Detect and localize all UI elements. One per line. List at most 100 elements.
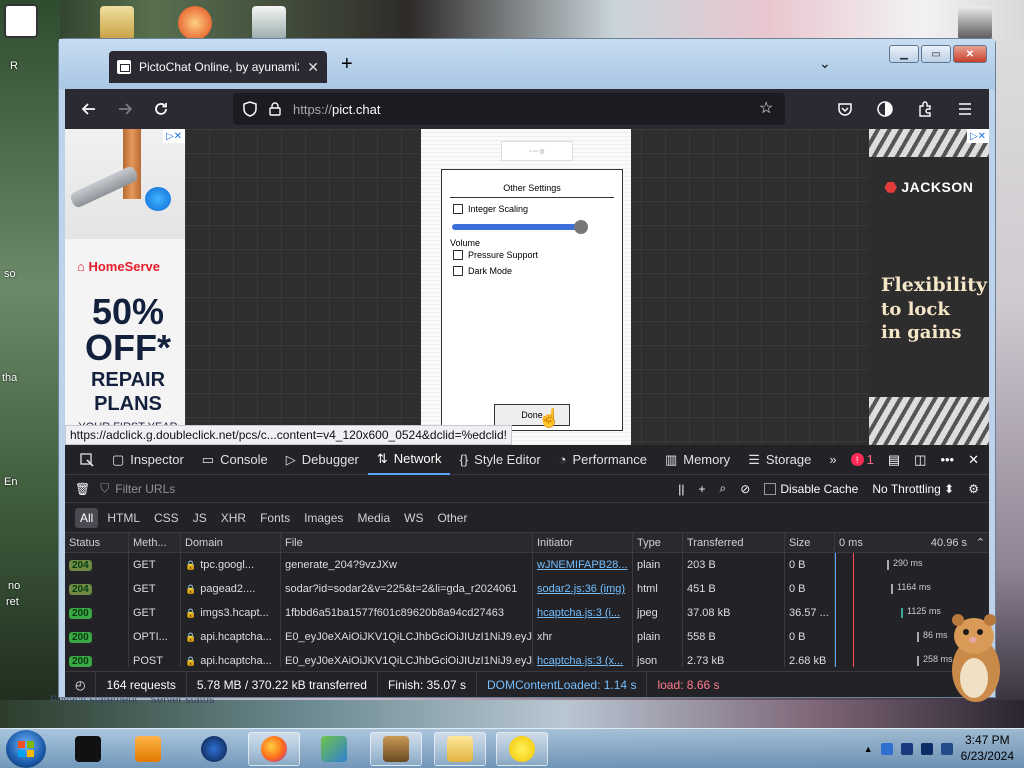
taskbar-app-box[interactable] bbox=[370, 732, 422, 766]
error-count-badge[interactable]: ! 1 bbox=[850, 452, 874, 467]
dock-side-icon[interactable]: ◫ bbox=[914, 452, 926, 468]
tab-memory[interactable]: ▥ Memory bbox=[656, 445, 739, 475]
desktop-icon-3[interactable] bbox=[178, 6, 212, 40]
throttling-select[interactable]: No Throttling ⬍ bbox=[872, 482, 954, 496]
settings-gear-icon[interactable]: ⚙ bbox=[968, 482, 979, 496]
type-filter-media[interactable]: Media bbox=[352, 508, 395, 528]
cell-initiator[interactable]: hcaptcha.js:3 (i... bbox=[533, 601, 633, 625]
maximize-button[interactable]: ▭ bbox=[921, 45, 951, 63]
tab-inspector[interactable]: ▢ Inspector bbox=[103, 445, 193, 475]
desktop-icon-5[interactable] bbox=[958, 6, 992, 40]
tracking-shield-icon[interactable] bbox=[243, 101, 257, 117]
tray-volume-icon[interactable] bbox=[940, 742, 953, 755]
type-filter-all[interactable]: All bbox=[75, 507, 99, 528]
ad-choices-icon[interactable]: ▷✕ bbox=[163, 129, 185, 143]
tab-style-editor[interactable]: {} Style Editor bbox=[450, 445, 549, 475]
table-row[interactable]: 200 POST 🔒 api.hcaptcha... E0_eyJ0eXAiOiJ… bbox=[65, 649, 989, 667]
extensions-icon[interactable] bbox=[907, 93, 943, 125]
table-row[interactable]: 204 GET 🔒 pagead2.... sodar?id=sodar2&v=2… bbox=[65, 577, 989, 601]
taskbar-app-firefox[interactable] bbox=[248, 732, 300, 766]
taskbar-app-media-player[interactable] bbox=[122, 732, 174, 766]
element-picker-icon[interactable] bbox=[71, 445, 103, 475]
cell-initiator[interactable]: wJNEMIFAPB28... bbox=[533, 553, 633, 577]
type-filter-css[interactable]: CSS bbox=[149, 508, 184, 528]
table-row[interactable]: 200 OPTI... 🔒 api.hcaptcha... E0_eyJ0eXAi… bbox=[65, 625, 989, 649]
tab-performance[interactable]: ◔ Performance bbox=[550, 445, 656, 475]
tray-expand-icon[interactable]: ▲ bbox=[864, 744, 873, 754]
taskbar-app-explorer[interactable] bbox=[434, 732, 486, 766]
pocket-icon[interactable] bbox=[827, 93, 863, 125]
back-arrow-icon[interactable] bbox=[71, 93, 107, 125]
tab-console[interactable]: ▭ Console bbox=[193, 445, 277, 475]
menu-hamburger-icon[interactable] bbox=[947, 93, 983, 125]
disable-cache-toggle[interactable]: Disable Cache bbox=[764, 482, 858, 496]
close-button[interactable]: ✕ bbox=[953, 45, 987, 63]
type-filter-ws[interactable]: WS bbox=[399, 508, 428, 528]
type-filter-xhr[interactable]: XHR bbox=[216, 508, 251, 528]
initiator-text[interactable]: hcaptcha.js:3 (i... bbox=[537, 607, 620, 619]
search-icon[interactable]: ⌕ bbox=[720, 481, 727, 496]
scroll-up-icon[interactable]: ⌃ bbox=[976, 536, 985, 549]
table-row[interactable]: 200 GET 🔒 imgs3.hcapt... 1fbbd6a51ba1577f… bbox=[65, 601, 989, 625]
start-button[interactable] bbox=[6, 730, 46, 768]
tab-storage[interactable]: ☰ Storage bbox=[739, 445, 820, 475]
tab-pictochat[interactable]: PictoChat Online, by ayunami2 ✕ bbox=[109, 51, 327, 83]
mini-ad-banner[interactable]: ▫ ▫▫ ◎ bbox=[501, 141, 573, 161]
type-filter-fonts[interactable]: Fonts bbox=[255, 508, 295, 528]
pause-icon[interactable]: || bbox=[678, 482, 684, 496]
tab-network[interactable]: ⇅ Network bbox=[367, 445, 451, 475]
dark-mode-option[interactable]: Dark Mode bbox=[453, 266, 622, 276]
col-status[interactable]: Status bbox=[65, 533, 129, 552]
cell-initiator[interactable]: sodar2.js:36 (img) bbox=[533, 577, 633, 601]
col-size[interactable]: Size bbox=[785, 533, 835, 552]
initiator-text[interactable]: sodar2.js:36 (img) bbox=[537, 583, 625, 595]
tab-list-chevron-icon[interactable]: ⌄ bbox=[819, 55, 831, 72]
homeserve-ad[interactable]: ▷✕ ⌂ HomeServe 50% OFF* REPAIR PLANS YOU… bbox=[65, 129, 185, 445]
ad-choices-icon[interactable]: ▷✕ bbox=[967, 129, 989, 143]
initiator-text[interactable]: hcaptcha.js:3 (x... bbox=[537, 655, 623, 667]
desktop-icon-2[interactable] bbox=[100, 6, 134, 40]
tab-debugger[interactable]: ▷ Debugger bbox=[277, 445, 368, 475]
type-filter-js[interactable]: JS bbox=[188, 508, 212, 528]
lock-icon[interactable] bbox=[269, 102, 281, 116]
clear-trash-icon[interactable]: 🗑 bbox=[75, 482, 90, 496]
col-waterfall[interactable]: 0 ms 40.96 s ⌃ bbox=[835, 533, 989, 552]
block-icon[interactable]: ⊘ bbox=[740, 482, 750, 496]
options-ellipsis-icon[interactable]: ••• bbox=[940, 452, 954, 467]
col-transferred[interactable]: Transferred bbox=[683, 533, 785, 552]
integer-scaling-option[interactable]: Integer Scaling bbox=[453, 204, 622, 214]
taskbar-app-terminal[interactable] bbox=[62, 732, 114, 766]
minimize-button[interactable]: ▁ bbox=[889, 45, 919, 63]
new-tab-button[interactable]: + bbox=[341, 53, 353, 76]
dark-mode-checkbox[interactable] bbox=[453, 266, 463, 276]
devtools-close-icon[interactable]: ✕ bbox=[968, 452, 979, 468]
url-bar[interactable]: https://pict.chat bbox=[233, 93, 785, 125]
taskbar-app-globe[interactable] bbox=[188, 732, 240, 766]
desktop-icon-4[interactable] bbox=[252, 6, 286, 40]
add-request-icon[interactable]: + bbox=[699, 482, 706, 496]
initiator-text[interactable]: wJNEMIFAPB28... bbox=[537, 559, 627, 571]
bookmark-star-icon[interactable]: ☆ bbox=[759, 98, 773, 118]
col-initiator[interactable]: Initiator bbox=[533, 533, 633, 552]
tray-battery-icon[interactable] bbox=[900, 742, 913, 755]
col-type[interactable]: Type bbox=[633, 533, 683, 552]
reload-icon[interactable] bbox=[143, 93, 179, 125]
col-domain[interactable]: Domain bbox=[181, 533, 281, 552]
volume-slider[interactable] bbox=[452, 220, 588, 234]
col-method[interactable]: Meth... bbox=[129, 533, 181, 552]
forward-arrow-icon[interactable] bbox=[107, 93, 143, 125]
integer-scaling-checkbox[interactable] bbox=[453, 204, 463, 214]
more-tabs-chevron-icon[interactable]: » bbox=[820, 445, 845, 475]
taskbar-app-smiley[interactable] bbox=[496, 732, 548, 766]
type-filter-html[interactable]: HTML bbox=[102, 508, 145, 528]
type-filter-images[interactable]: Images bbox=[299, 508, 348, 528]
tab-close-icon[interactable]: ✕ bbox=[307, 59, 319, 76]
url-text[interactable]: https://pict.chat bbox=[293, 102, 380, 117]
volume-slider-knob[interactable] bbox=[574, 220, 588, 234]
cell-initiator[interactable]: hcaptcha.js:3 (x... bbox=[533, 649, 633, 667]
filter-urls-input[interactable]: ⛉ Filter URLs bbox=[100, 481, 600, 496]
system-clock[interactable]: 3:47 PM 6/23/2024 bbox=[961, 733, 1014, 764]
desktop-icon-1[interactable] bbox=[4, 4, 38, 38]
tray-app-icon[interactable] bbox=[880, 742, 893, 755]
jackson-ad[interactable]: ▷✕ ⬣ JACKSON Flexibility to lock in gains bbox=[869, 129, 989, 445]
